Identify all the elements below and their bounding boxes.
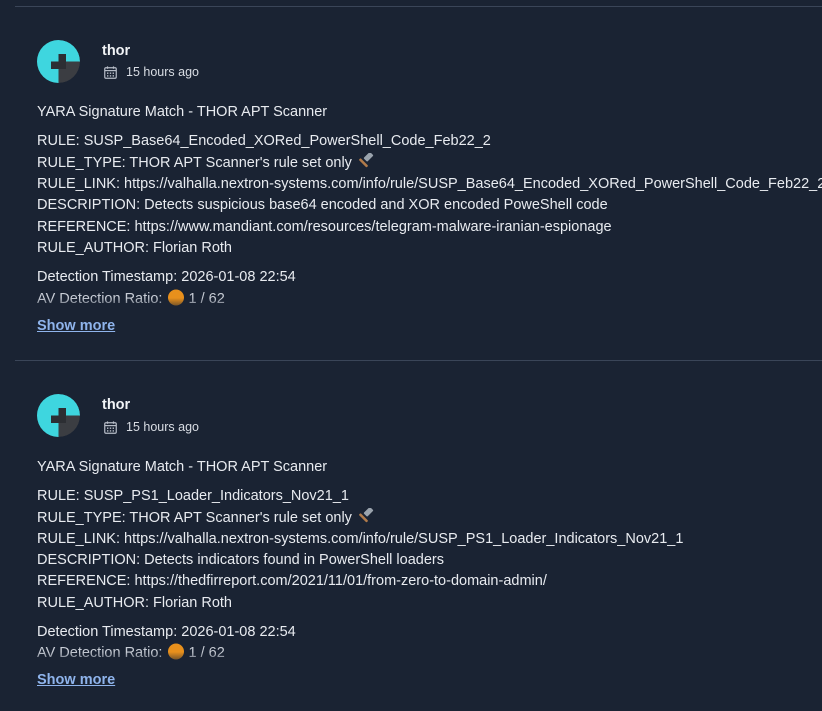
calendar-icon xyxy=(104,420,117,434)
rule-type-text: RULE_TYPE: THOR APT Scanner's rule set o… xyxy=(37,155,352,171)
comment-divider xyxy=(15,360,822,361)
hammer-icon xyxy=(359,508,374,523)
rule-description: DESCRIPTION: Detects suspicious base64 e… xyxy=(37,197,608,213)
comment-title: YARA Signature Match - THOR APT Scanner xyxy=(37,459,328,475)
show-more-link[interactable]: Show more xyxy=(37,318,115,334)
rule-type: RULE_TYPE: THOR APT Scanner's rule set o… xyxy=(37,153,374,173)
rule-link: RULE_LINK: https://valhalla.nextron-syst… xyxy=(37,531,684,547)
timestamp-row: 15 hours ago xyxy=(104,420,199,434)
rule-link: RULE_LINK: https://valhalla.nextron-syst… xyxy=(37,176,822,192)
rule-type-text: RULE_TYPE: THOR APT Scanner's rule set o… xyxy=(37,510,352,526)
rule-author: RULE_AUTHOR: Florian Roth xyxy=(37,595,232,611)
comment-timestamp: 15 hours ago xyxy=(126,65,199,79)
content-fade xyxy=(0,652,822,664)
avatar[interactable] xyxy=(37,394,80,437)
rule-type: RULE_TYPE: THOR APT Scanner's rule set o… xyxy=(37,508,374,528)
detection-timestamp: Detection Timestamp: 2026-01-08 22:54 xyxy=(37,624,296,640)
author-name[interactable]: thor xyxy=(102,43,130,59)
author-name[interactable]: thor xyxy=(102,397,130,413)
rule-reference: REFERENCE: https://thedfirreport.com/202… xyxy=(37,573,547,589)
rule-reference: REFERENCE: https://www.mandiant.com/reso… xyxy=(37,219,612,235)
rule-name: RULE: SUSP_Base64_Encoded_XORed_PowerShe… xyxy=(37,133,491,149)
avatar[interactable] xyxy=(37,40,80,83)
rule-author: RULE_AUTHOR: Florian Roth xyxy=(37,240,232,256)
comment-timestamp: 15 hours ago xyxy=(126,420,199,434)
timestamp-row: 15 hours ago xyxy=(104,65,199,79)
comment-divider xyxy=(15,6,822,7)
comment-title: YARA Signature Match - THOR APT Scanner xyxy=(37,104,328,120)
content-fade xyxy=(0,298,822,310)
detection-timestamp: Detection Timestamp: 2026-01-08 22:54 xyxy=(37,269,296,285)
calendar-icon xyxy=(104,65,117,79)
thor-logo-icon xyxy=(37,394,80,437)
hammer-icon xyxy=(359,153,374,168)
thor-logo-icon xyxy=(37,40,80,83)
rule-description: DESCRIPTION: Detects indicators found in… xyxy=(37,552,444,568)
rule-name: RULE: SUSP_PS1_Loader_Indicators_Nov21_1 xyxy=(37,488,349,504)
show-more-link[interactable]: Show more xyxy=(37,672,115,688)
